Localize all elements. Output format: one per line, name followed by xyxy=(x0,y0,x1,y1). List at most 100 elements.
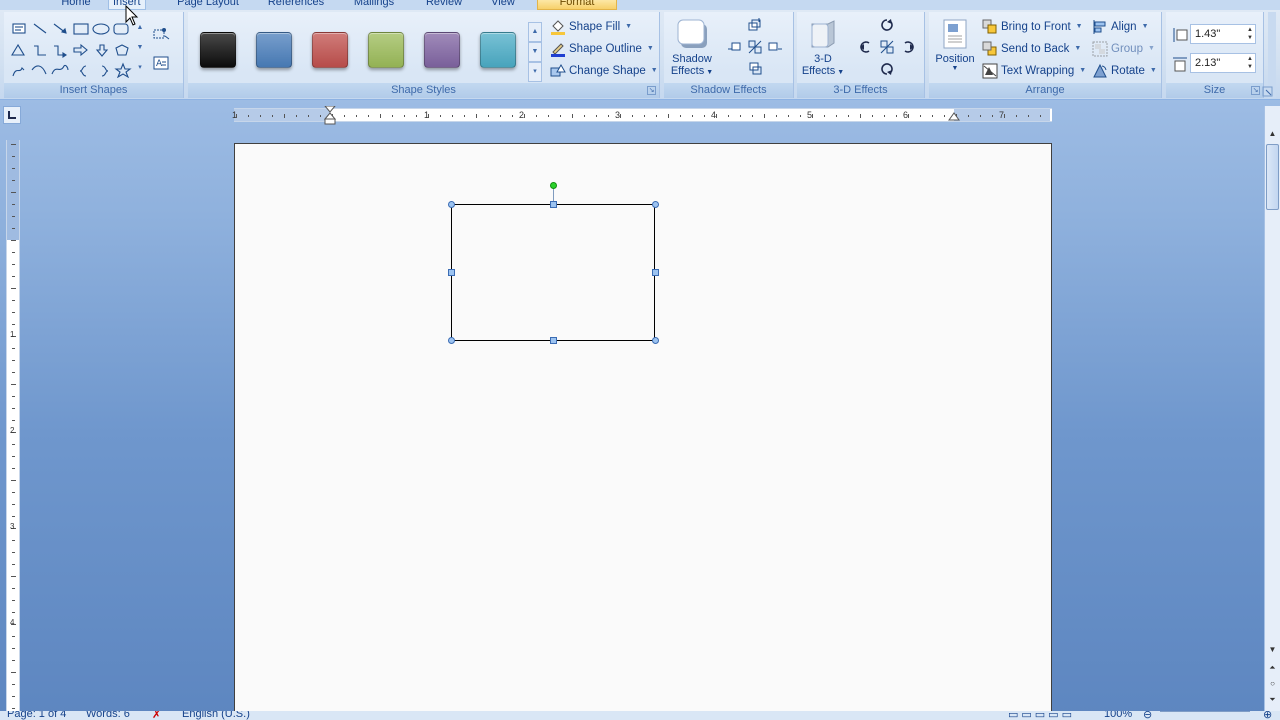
ruler-tick xyxy=(11,480,16,481)
shape-style-swatch-green[interactable] xyxy=(368,32,404,68)
position-button[interactable]: Position ▼ xyxy=(931,18,979,72)
dialog-launcher-icon[interactable]: ↘ xyxy=(1251,86,1260,95)
scroll-thumb[interactable] xyxy=(1266,144,1279,210)
vertical-ruler[interactable]: 1 2 3 4 xyxy=(6,140,20,720)
align-button[interactable]: Align ▼ xyxy=(1092,17,1149,37)
ruler-tick xyxy=(488,115,489,117)
shadow-effects-button[interactable]: Shadow Effects ▼ xyxy=(668,18,716,77)
chevron-down-icon[interactable]: ▼ xyxy=(528,42,542,62)
resize-handle-top[interactable] xyxy=(550,201,557,208)
shape-style-swatch-blue[interactable] xyxy=(256,32,292,68)
browse-object-icon[interactable]: ○ xyxy=(1265,676,1280,692)
ruler-tick xyxy=(440,115,441,117)
rotation-handle[interactable] xyxy=(550,182,557,189)
ruler-tick xyxy=(992,115,993,117)
tilt-right-icon[interactable] xyxy=(900,38,918,56)
tab-references[interactable]: References xyxy=(266,0,326,10)
view-buttons-icon[interactable]: ▭▭▭▭▭ xyxy=(1008,711,1075,720)
tab-view[interactable]: View xyxy=(488,0,518,10)
tab-selector-button[interactable] xyxy=(3,106,21,124)
shapes-gallery[interactable] xyxy=(8,18,144,78)
right-indent-marker[interactable] xyxy=(948,111,960,121)
ruler-tick xyxy=(896,115,897,117)
tab-format[interactable]: Format xyxy=(537,0,617,10)
shape-fill-button[interactable]: Shape Fill ▼ xyxy=(550,17,632,37)
more-icon[interactable]: ▾ xyxy=(528,62,542,82)
3d-effects-button[interactable]: 3-D Effects ▼ xyxy=(799,18,847,77)
ruler-tick xyxy=(476,114,477,118)
shape-width-input[interactable]: 2.13" ▲ ▼ xyxy=(1190,53,1256,73)
page-count-status[interactable]: Page: 1 of 4 xyxy=(7,711,66,720)
previous-page-icon[interactable]: ⏶ xyxy=(1265,660,1280,676)
shadow-effects-label-1: Shadow xyxy=(672,53,712,65)
change-shape-button[interactable]: Change Shape ▼ xyxy=(550,61,658,81)
3d-on-off-icon[interactable] xyxy=(878,38,896,56)
zoom-out-icon[interactable]: ⊖ xyxy=(1143,711,1152,720)
nudge-shadow-up-icon[interactable] xyxy=(746,16,764,34)
next-page-icon[interactable]: ⏷ xyxy=(1265,692,1280,708)
ruler-tick xyxy=(11,192,16,193)
bring-to-front-button[interactable]: Bring to Front ▼ xyxy=(982,17,1083,37)
word-count-status[interactable]: Words: 6 xyxy=(86,711,130,720)
chevron-up-icon[interactable]: ▲ xyxy=(528,22,542,42)
shape-style-swatch-purple[interactable] xyxy=(424,32,460,68)
shape-height-input[interactable]: 1.43" ▲ ▼ xyxy=(1190,24,1256,44)
shape-style-swatch-black[interactable] xyxy=(200,32,236,68)
zoom-slider[interactable] xyxy=(1160,711,1250,712)
group-launcher-icon[interactable] xyxy=(1262,86,1274,98)
ruler-tick xyxy=(884,115,885,117)
vertical-scrollbar[interactable]: ▲ ▼ ⏶ ○ ⏷ xyxy=(1264,106,1280,720)
resize-handle-bottom-right[interactable] xyxy=(652,337,659,344)
proofing-error-icon[interactable]: ✗ xyxy=(152,711,161,720)
tab-review[interactable]: Review xyxy=(424,0,464,10)
nudge-shadow-left-icon[interactable] xyxy=(726,38,744,56)
horizontal-ruler[interactable]: 1 1 2 3 4 5 6 7 xyxy=(232,106,1052,125)
ruler-tick xyxy=(572,114,573,118)
dialog-launcher-icon[interactable]: ↘ xyxy=(647,86,656,95)
resize-handle-bottom-left[interactable] xyxy=(448,337,455,344)
rotate-button[interactable]: Rotate ▼ xyxy=(1092,61,1157,81)
ruler-tick xyxy=(596,115,597,117)
position-icon xyxy=(943,19,967,49)
resize-handle-bottom[interactable] xyxy=(550,337,557,344)
nudge-shadow-down-icon[interactable] xyxy=(746,60,764,78)
tilt-down-icon[interactable] xyxy=(878,60,896,78)
paint-bucket-icon xyxy=(551,20,565,35)
scroll-down-icon[interactable]: ▼ xyxy=(1265,642,1280,658)
zoom-level[interactable]: 100% xyxy=(1104,711,1132,720)
nudge-shadow-right-icon[interactable] xyxy=(766,38,784,56)
resize-handle-top-right[interactable] xyxy=(652,201,659,208)
tilt-left-icon[interactable] xyxy=(856,38,874,56)
first-line-indent-marker[interactable] xyxy=(324,106,336,126)
tilt-up-icon[interactable] xyxy=(878,16,896,34)
text-wrapping-button[interactable]: Text Wrapping ▼ xyxy=(982,61,1086,81)
ruler-number: 1 xyxy=(10,330,15,339)
spin-arrows-icon[interactable]: ▲ ▼ xyxy=(1247,55,1253,71)
selected-rectangle-shape[interactable] xyxy=(451,204,655,341)
ruler-tick xyxy=(12,348,15,349)
zoom-in-icon[interactable]: ⊕ xyxy=(1263,711,1272,720)
ruler-tick xyxy=(320,115,321,117)
language-status[interactable]: English (U.S.) xyxy=(182,711,250,720)
shape-outline-button[interactable]: Shape Outline ▼ xyxy=(550,39,654,59)
resize-handle-right[interactable] xyxy=(652,269,659,276)
spin-arrows-icon[interactable]: ▲ ▼ xyxy=(1247,26,1253,42)
shape-styles-scroll[interactable]: ▲ ▼ ▾ xyxy=(528,22,542,82)
send-to-back-button[interactable]: Send to Back ▼ xyxy=(982,39,1081,59)
tab-page-layout[interactable]: Page Layout xyxy=(176,0,240,10)
shape-style-swatch-red[interactable] xyxy=(312,32,348,68)
ruler-tick xyxy=(464,115,465,117)
shapes-gallery-scroll[interactable]: ▲ ▼ ▾ xyxy=(134,18,146,78)
document-page[interactable] xyxy=(234,143,1052,720)
tab-home[interactable]: Home xyxy=(58,0,94,10)
edit-shape-icon[interactable] xyxy=(152,25,170,43)
ruler-tick xyxy=(11,240,16,241)
shape-style-swatch-aqua[interactable] xyxy=(480,32,516,68)
resize-handle-left[interactable] xyxy=(448,269,455,276)
tab-mailings[interactable]: Mailings xyxy=(350,0,398,10)
shadow-on-off-icon[interactable] xyxy=(746,38,764,56)
group-button[interactable]: Group ▼ xyxy=(1092,39,1155,59)
text-box-icon[interactable]: A xyxy=(152,54,170,72)
resize-handle-top-left[interactable] xyxy=(448,201,455,208)
scroll-up-icon[interactable]: ▲ xyxy=(1265,126,1280,142)
